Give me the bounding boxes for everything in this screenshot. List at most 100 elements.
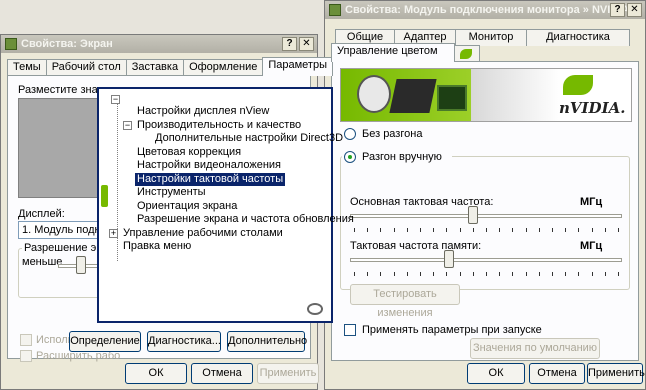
tree-expander[interactable]: − [123, 120, 132, 130]
tab-color-management[interactable]: Управление цветом [331, 43, 455, 62]
popup-expand-root[interactable]: − [111, 95, 120, 104]
slider-tick [578, 272, 580, 276]
test-changes-button[interactable]: Тестировать изменения [350, 284, 460, 319]
core-clock-slider[interactable] [467, 206, 478, 224]
diagnostics-button[interactable]: Диагностика... [147, 331, 221, 352]
display-properties-titlebar[interactable]: Свойства: Экран ? ✕ [1, 35, 317, 53]
slider-tick [354, 272, 355, 276]
tab-nvidia[interactable] [454, 45, 480, 62]
identify-button[interactable]: Определение [69, 331, 141, 352]
slider-tick [367, 228, 369, 232]
menu-item[interactable]: Дополнительные настройки Direct3D [153, 132, 345, 145]
slider-tick [420, 272, 421, 276]
display-label: Дисплей: [18, 208, 65, 220]
apply-button[interactable]: Применить [257, 363, 319, 384]
nvidia-titlebar[interactable]: Свойства: Модуль подключения монитора » … [325, 1, 645, 19]
cancel-button[interactable]: Отмена [191, 363, 253, 384]
menu-item[interactable]: Инструменты [135, 186, 208, 199]
slider-tick [486, 272, 487, 276]
memory-clock-ticks [354, 272, 619, 276]
menu-item[interactable]: Ориентация экрана [135, 200, 239, 213]
slider-tick [472, 228, 474, 232]
tab-monitor[interactable]: Монитор [455, 29, 527, 46]
resolution-slider[interactable] [76, 256, 86, 274]
menu-item[interactable]: Настройки дисплея nView [135, 105, 271, 118]
slider-tick [406, 228, 408, 232]
help-button[interactable]: ? [282, 37, 297, 51]
slider-tick [591, 228, 593, 232]
nvidia-banner: nVIDIA. [340, 68, 632, 122]
window-title: Свойства: Экран [21, 38, 113, 50]
defaults-button[interactable]: Значения по умолчанию [470, 338, 600, 359]
memory-clock-slider[interactable] [444, 250, 455, 268]
menu-item[interactable]: Производительность и качество [135, 119, 303, 132]
display-icon [5, 38, 17, 50]
core-clock-unit: МГц [580, 196, 603, 208]
manual-overclock-label: Разгон вручную [362, 151, 442, 163]
menu-item[interactable]: Разрешение экрана и частота обновления [135, 213, 356, 226]
tab-settings[interactable]: Параметры [262, 57, 333, 76]
nvidia-ok-button[interactable]: ОК [467, 363, 525, 384]
slider-tick [525, 228, 527, 232]
menu-item[interactable]: Цветовая коррекция [135, 146, 243, 159]
tab-screensaver[interactable]: Заставка [125, 59, 185, 76]
popup-nvidia-eye-icon[interactable] [307, 303, 323, 315]
nvidia-apply-button[interactable]: Применить [587, 363, 645, 384]
slider-tick [565, 228, 567, 232]
apply-at-startup-checkbox[interactable] [344, 324, 356, 336]
menu-item[interactable]: Управление рабочими столами [121, 227, 285, 240]
slider-tick [618, 228, 619, 232]
display-icon [329, 4, 341, 16]
memory-clock-track [350, 258, 622, 262]
slider-tick [433, 272, 435, 276]
slider-tick [538, 228, 540, 232]
menu-item[interactable]: Правка меню [121, 240, 193, 253]
banner-brand: nVIDIA. [559, 99, 626, 117]
slider-tick [486, 228, 487, 232]
advanced-button[interactable]: Дополнительно [227, 331, 307, 352]
extend-desktop-checkbox[interactable] [20, 350, 32, 362]
close-button[interactable]: ✕ [299, 37, 314, 51]
nvidia-window-title: Свойства: Модуль подключения монитора » … [345, 4, 630, 16]
tab-appearance[interactable]: Оформление [183, 59, 264, 76]
close-button[interactable]: ✕ [627, 3, 642, 17]
no-overclock-radio[interactable] [344, 128, 356, 140]
menu-item-selected[interactable]: Настройки тактовой частоты [135, 172, 286, 186]
slider-tick [525, 272, 527, 276]
nvidia-properties-window: Свойства: Модуль подключения монитора » … [324, 0, 646, 390]
slider-tick [512, 272, 514, 276]
slider-tick [459, 228, 461, 232]
slider-tick [420, 228, 421, 232]
slider-tick [380, 272, 382, 276]
menu-item[interactable]: Настройки видеоналожения [135, 159, 283, 172]
ok-button[interactable]: ОК [125, 363, 187, 384]
use-device-checkbox[interactable] [20, 334, 32, 346]
slider-tick [367, 272, 369, 276]
manual-overclock-radio[interactable] [344, 151, 356, 163]
tab-strip: Темы Рабочий стол Заставка Оформление Па… [7, 57, 333, 76]
slider-tick [433, 228, 435, 232]
nvidia-logo-icon [563, 75, 593, 95]
graphics-card-icon [389, 79, 437, 113]
tab-desktop[interactable]: Рабочий стол [45, 59, 127, 76]
tree-expander[interactable]: + [109, 228, 118, 238]
slider-tick [512, 228, 514, 232]
slider-tick [538, 272, 540, 276]
tab-diagnostics[interactable]: Диагностика [526, 29, 630, 46]
stopwatch-icon [357, 75, 391, 113]
slider-tick [499, 228, 501, 232]
clock-panel: nVIDIA. Без разгона Разгон вручную Основ… [331, 61, 639, 361]
slider-tick [393, 228, 395, 232]
tab-themes[interactable]: Темы [7, 59, 47, 76]
slider-tick [618, 272, 619, 276]
help-button[interactable]: ? [610, 3, 625, 17]
nvidia-cancel-button[interactable]: Отмена [529, 363, 585, 384]
slider-tick [591, 272, 593, 276]
nvidia-eye-icon [460, 49, 472, 59]
slider-tick [604, 228, 606, 232]
nvidia-popup-menu: − Настройки дисплея nView − Производительн… [97, 87, 354, 323]
slider-tick [406, 272, 408, 276]
slider-tick [446, 272, 448, 276]
core-clock-track [350, 214, 622, 218]
popup-grip-icon[interactable] [101, 185, 108, 207]
